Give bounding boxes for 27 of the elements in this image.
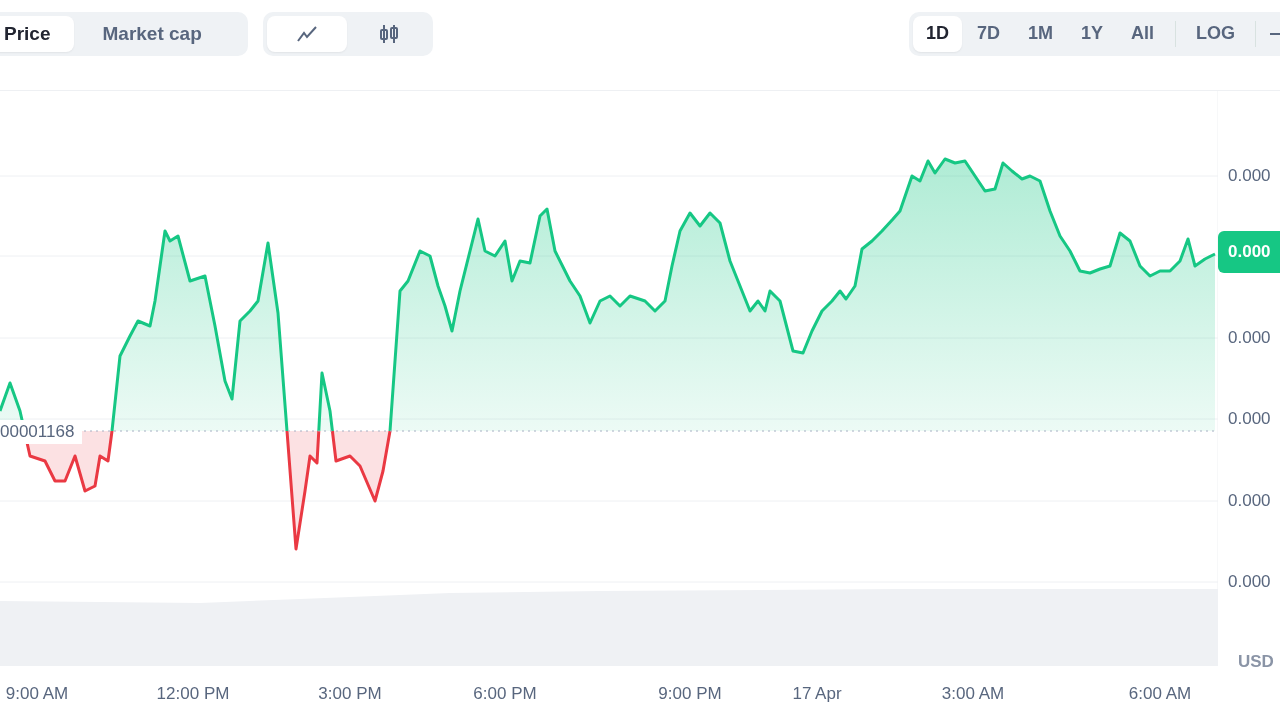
log-scale-button[interactable]: LOG — [1184, 15, 1247, 52]
range-tab[interactable]: 1D — [912, 15, 962, 52]
metric-tab[interactable]: Price — [0, 15, 75, 52]
candlestick-icon — [378, 23, 400, 44]
x-axis-label: 9:00 PM — [658, 683, 722, 704]
x-axis-label: 6:00 PM — [473, 683, 537, 704]
range-tab[interactable]: 1M — [1014, 15, 1066, 52]
y-axis-label: 0.000 — [1228, 408, 1271, 429]
currency-label: USD — [1238, 651, 1274, 672]
y-axis-label: 0.000 — [1228, 490, 1271, 511]
range-tab[interactable]: 1Y — [1067, 15, 1116, 52]
y-axis-label: 0.000 — [1228, 165, 1271, 186]
y-axis-label: 0.000 — [1228, 571, 1271, 592]
y-axis-label: 0.000 — [1228, 327, 1271, 348]
current-price-badge: 0.000 — [1218, 230, 1280, 273]
x-axis-label: 3:00 AM — [941, 683, 1005, 704]
x-axis-label: 9:00 AM — [5, 683, 69, 704]
more-icon[interactable] — [1270, 31, 1280, 36]
x-axis-label: 6:00 AM — [1128, 683, 1192, 704]
range-tab[interactable]: 7D — [963, 15, 1013, 52]
baseline-price-label: 00001168 — [0, 419, 83, 444]
x-axis-label: 17 Apr — [792, 683, 842, 704]
x-axis-label: 3:00 PM — [318, 683, 382, 704]
x-axis-label: 12:00 PM — [156, 683, 230, 704]
range-tab[interactable]: All — [1118, 15, 1167, 52]
metric-tab[interactable]: Market cap — [76, 15, 228, 52]
line-chart-icon — [296, 24, 318, 43]
